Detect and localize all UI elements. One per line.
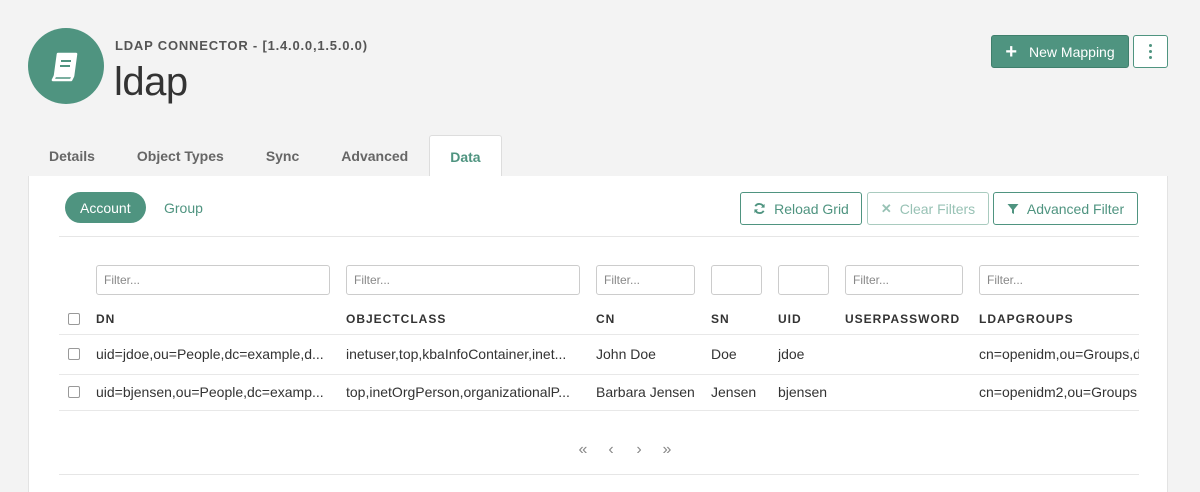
clear-filters-button[interactable]: ✕ Clear Filters [867, 192, 989, 225]
column-header-userpassword[interactable]: USERPASSWORD [845, 312, 960, 326]
tab-sync[interactable]: Sync [245, 135, 320, 177]
cell-ldapgroups[interactable]: cn=openidm2,ou=Groups [979, 384, 1139, 400]
reload-grid-label: Reload Grid [774, 200, 849, 217]
cell-uid[interactable]: jdoe [778, 346, 840, 362]
data-panel: Account Group Reload Grid ✕ Clear Filter… [28, 176, 1168, 492]
cell-dn[interactable]: uid=bjensen,ou=People,dc=examp... [96, 384, 332, 400]
filter-dn[interactable] [96, 265, 330, 295]
advanced-filter-button[interactable]: Advanced Filter [993, 192, 1138, 225]
divider [59, 474, 1139, 475]
new-mapping-label: New Mapping [1029, 43, 1115, 60]
tab-advanced[interactable]: Advanced [320, 135, 429, 177]
cell-sn[interactable]: Doe [711, 346, 773, 362]
cell-dn[interactable]: uid=jdoe,ou=People,dc=example,d... [96, 346, 332, 362]
plus-icon: + [1005, 40, 1018, 63]
select-all-checkbox[interactable] [68, 313, 80, 325]
filter-cn[interactable] [596, 265, 695, 295]
connector-type-label: LDAP CONNECTOR - [1.4.0.0,1.5.0.0) [115, 38, 368, 53]
column-header-objectclass[interactable]: OBJECTCLASS [346, 312, 446, 326]
filter-ldapgroups[interactable] [979, 265, 1139, 295]
column-header-cn[interactable]: CN [596, 312, 615, 326]
cell-sn[interactable]: Jensen [711, 384, 773, 400]
data-grid: DN OBJECTCLASS CN SN UID USERPASSWORD LD… [59, 261, 1139, 411]
column-header-sn[interactable]: SN [711, 312, 730, 326]
new-mapping-button[interactable]: + New Mapping [991, 35, 1129, 68]
book-icon [51, 52, 78, 82]
prev-page-icon[interactable]: ‹ [597, 441, 625, 459]
cell-objectclass[interactable]: top,inetOrgPerson,organizationalP... [346, 384, 582, 400]
row-checkbox[interactable] [68, 386, 80, 398]
pagination: « ‹ › » [569, 441, 681, 459]
advanced-filter-label: Advanced Filter [1026, 200, 1125, 217]
divider [59, 236, 1139, 237]
filter-objectclass[interactable] [346, 265, 580, 295]
kebab-dot-icon [1149, 50, 1152, 53]
tab-details[interactable]: Details [28, 135, 116, 177]
cell-uid[interactable]: bjensen [778, 384, 840, 400]
cell-objectclass[interactable]: inetuser,top,kbaInfoContainer,inet... [346, 346, 582, 362]
first-page-icon[interactable]: « [569, 441, 597, 459]
tab-object-types[interactable]: Object Types [116, 135, 245, 177]
reload-grid-button[interactable]: Reload Grid [740, 192, 862, 225]
filter-uid[interactable] [778, 265, 829, 295]
filter-icon [1007, 203, 1019, 214]
column-header-ldapgroups[interactable]: LDAPGROUPS [979, 312, 1074, 326]
page-title: ldap [114, 60, 188, 104]
tab-data[interactable]: Data [429, 135, 502, 177]
kebab-dot-icon [1149, 56, 1152, 59]
kebab-dot-icon [1149, 44, 1152, 47]
filter-userpassword[interactable] [845, 265, 963, 295]
connector-tabs: Details Object Types Sync Advanced Data [28, 135, 502, 177]
close-icon: ✕ [880, 200, 892, 216]
filter-sn[interactable] [711, 265, 762, 295]
cell-cn[interactable]: John Doe [596, 346, 706, 362]
clear-filters-label: Clear Filters [899, 200, 976, 217]
refresh-icon [754, 203, 765, 214]
row-divider [59, 410, 1139, 411]
row-divider [59, 374, 1139, 375]
cell-ldapgroups[interactable]: cn=openidm,ou=Groups,d [979, 346, 1139, 362]
column-header-dn[interactable]: DN [96, 312, 115, 326]
row-checkbox[interactable] [68, 348, 80, 360]
more-options-button[interactable] [1133, 35, 1168, 68]
connector-avatar [28, 28, 104, 104]
column-header-uid[interactable]: UID [778, 312, 802, 326]
row-divider [59, 334, 1139, 335]
object-type-account[interactable]: Account [65, 192, 146, 223]
cell-cn[interactable]: Barbara Jensen [596, 384, 706, 400]
last-page-icon[interactable]: » [653, 441, 681, 459]
object-type-group[interactable]: Group [164, 192, 203, 223]
next-page-icon[interactable]: › [625, 441, 653, 459]
